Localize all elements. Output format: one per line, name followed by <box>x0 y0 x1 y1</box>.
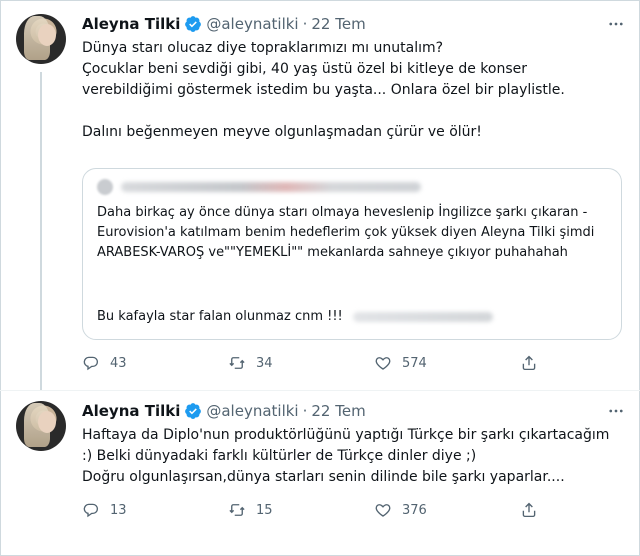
author-handle[interactable]: @aleynatilki <box>206 402 298 420</box>
action-bar: 13 15 376 <box>82 499 622 521</box>
author-name[interactable]: Aleyna Tilki <box>82 15 180 33</box>
reply-count: 13 <box>110 502 127 518</box>
tweet-1[interactable]: Aleyna Tilki @aleynatilki · 22 Tem Dünya… <box>0 0 640 390</box>
reply-icon <box>83 356 99 371</box>
retweet-count: 15 <box>256 502 273 518</box>
retweet-button[interactable]: 34 <box>228 354 374 372</box>
like-count: 376 <box>402 502 427 518</box>
tweet-date[interactable]: 22 Tem <box>311 402 365 420</box>
retweet-icon <box>229 504 245 516</box>
more-options-icon[interactable] <box>606 14 626 34</box>
reply-icon <box>83 503 99 518</box>
share-icon <box>522 355 536 371</box>
quoted-author-blurred <box>97 179 427 195</box>
reply-button[interactable]: 13 <box>82 501 228 519</box>
tweet-text: Haftaya da Diplo'nun produktörlüğünü yap… <box>82 427 610 485</box>
avatar-face <box>38 24 56 46</box>
quoted-name-redaction <box>121 182 421 192</box>
like-count: 574 <box>402 355 427 371</box>
tweet-header: Aleyna Tilki @aleynatilki · 22 Tem <box>82 399 366 423</box>
share-button[interactable] <box>520 354 548 372</box>
avatar[interactable] <box>16 401 66 451</box>
heart-icon <box>375 504 391 517</box>
author-handle[interactable]: @aleynatilki <box>206 15 298 33</box>
verified-badge-icon <box>185 16 202 32</box>
verified-badge-icon <box>185 403 202 419</box>
quoted-last-text: Bu kafayla star falan olunmaz cnm !!! <box>97 309 343 324</box>
share-button[interactable] <box>520 501 548 519</box>
retweet-count: 34 <box>256 355 273 371</box>
thread-line <box>40 72 42 390</box>
like-button[interactable]: 376 <box>374 501 520 519</box>
separator: · <box>302 15 308 33</box>
tweet-header: Aleyna Tilki @aleynatilki · 22 Tem <box>82 12 366 36</box>
quoted-last-line: Bu kafayla star falan olunmaz cnm !!! <box>97 307 493 327</box>
heart-icon <box>375 357 391 370</box>
avatar[interactable] <box>16 14 66 64</box>
separator: · <box>302 402 308 420</box>
share-icon <box>522 502 536 518</box>
tweet-text: Dünya starı olucaz diye topraklarımızı m… <box>82 40 565 140</box>
retweet-button[interactable]: 15 <box>228 501 374 519</box>
tweet-date[interactable]: 22 Tem <box>311 15 365 33</box>
retweet-icon <box>229 357 245 369</box>
quoted-avatar <box>97 179 113 195</box>
quoted-tweet[interactable]: Daha birkaç ay önce dünya starı olmaya h… <box>82 168 622 340</box>
avatar-face <box>38 411 56 433</box>
quoted-text: Daha birkaç ay önce dünya starı olmaya h… <box>97 205 595 260</box>
quoted-redaction <box>352 312 493 322</box>
reply-button[interactable]: 43 <box>82 354 228 372</box>
like-button[interactable]: 574 <box>374 354 520 372</box>
author-name[interactable]: Aleyna Tilki <box>82 402 180 420</box>
action-bar: 43 34 574 <box>82 352 622 374</box>
more-options-icon[interactable] <box>606 401 626 421</box>
reply-count: 43 <box>110 355 127 371</box>
tweet-2[interactable]: Aleyna Tilki @aleynatilki · 22 Tem Hafta… <box>0 390 640 556</box>
